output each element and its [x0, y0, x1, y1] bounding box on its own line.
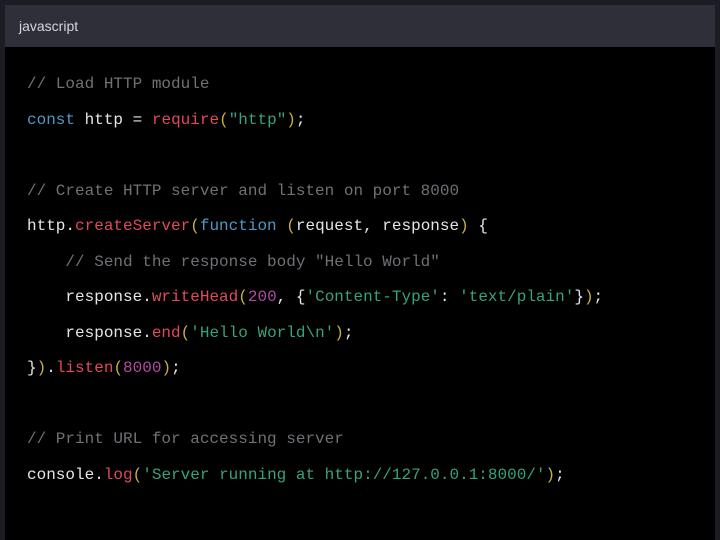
- code-token: [75, 111, 85, 129]
- code-token: (: [181, 324, 191, 342]
- code-token: createServer: [75, 217, 190, 235]
- code-block-header: javascript: [5, 5, 715, 47]
- code-line: [27, 138, 715, 174]
- code-line: response.end('Hello World\n');: [27, 316, 715, 352]
- code-line: // Load HTTP module: [27, 67, 715, 103]
- code-token: // Load HTTP module: [27, 75, 209, 93]
- code-token: {: [478, 217, 488, 235]
- code-token: [123, 111, 133, 129]
- code-token: (: [238, 288, 248, 306]
- code-token: ): [286, 111, 296, 129]
- code-token: ): [161, 359, 171, 377]
- code-token: ): [584, 288, 594, 306]
- code-block-container: javascript // Load HTTP module const http…: [0, 0, 720, 540]
- code-token: // Create HTTP server and listen on port…: [27, 182, 459, 200]
- code-token: .: [142, 324, 152, 342]
- code-token: (: [219, 111, 229, 129]
- code-line: // Create HTTP server and listen on port…: [27, 174, 715, 210]
- code-token: ;: [344, 324, 354, 342]
- code-token: ): [334, 324, 344, 342]
- code-token: =: [133, 111, 143, 129]
- code-token: }: [574, 288, 584, 306]
- code-token: (: [286, 217, 296, 235]
- code-line: console.log('Server running at http://12…: [27, 458, 715, 494]
- code-line: // Print URL for accessing server: [27, 422, 715, 458]
- code-token: 'Server running at http://127.0.0.1:8000…: [142, 466, 545, 484]
- code-token: response: [382, 217, 459, 235]
- code-token: ,: [277, 288, 296, 306]
- indent: [27, 288, 65, 306]
- code-token: [469, 217, 479, 235]
- code-line: const http = require("http");: [27, 103, 715, 139]
- code-token: ): [37, 359, 47, 377]
- code-token: (: [133, 466, 143, 484]
- code-token: 'text/plain': [459, 288, 574, 306]
- code-line: }).listen(8000);: [27, 351, 715, 387]
- code-token: http: [27, 217, 65, 235]
- code-token: 200: [248, 288, 277, 306]
- code-token: ;: [555, 466, 565, 484]
- code-token: .: [46, 359, 56, 377]
- code-token: ;: [171, 359, 181, 377]
- code-line: [27, 387, 715, 423]
- code-token: .: [94, 466, 104, 484]
- code-line: http.createServer(function (request, res…: [27, 209, 715, 245]
- indent: [27, 253, 65, 271]
- code-token: .: [65, 217, 75, 235]
- code-token: (: [113, 359, 123, 377]
- code-token: listen: [56, 359, 114, 377]
- code-token: function: [200, 217, 277, 235]
- code-token: [27, 395, 37, 413]
- code-token: ;: [594, 288, 604, 306]
- code-token: require: [152, 111, 219, 129]
- language-label: javascript: [19, 18, 78, 34]
- code-token: "http": [229, 111, 287, 129]
- code-area[interactable]: // Load HTTP moduleconst http = require(…: [5, 47, 715, 540]
- code-token: http: [85, 111, 123, 129]
- code-token: log: [104, 466, 133, 484]
- code-token: writeHead: [152, 288, 238, 306]
- code-token: :: [440, 288, 459, 306]
- code-token: ;: [296, 111, 306, 129]
- code-token: 'Hello World\n': [190, 324, 334, 342]
- code-token: ,: [363, 217, 382, 235]
- code-token: response: [65, 324, 142, 342]
- code-line: response.writeHead(200, {'Content-Type':…: [27, 280, 715, 316]
- indent: [27, 324, 65, 342]
- code-token: [27, 146, 37, 164]
- code-token: console: [27, 466, 94, 484]
- code-token: ): [459, 217, 469, 235]
- code-token: [142, 111, 152, 129]
- code-token: // Send the response body "Hello World": [65, 253, 439, 271]
- code-token: (: [190, 217, 200, 235]
- code-token: end: [152, 324, 181, 342]
- code-token: response: [65, 288, 142, 306]
- code-token: 'Content-Type': [305, 288, 439, 306]
- code-token: ): [546, 466, 556, 484]
- code-token: 8000: [123, 359, 161, 377]
- code-token: request: [296, 217, 363, 235]
- code-token: }: [27, 359, 37, 377]
- code-line: // Send the response body "Hello World": [27, 245, 715, 281]
- code-token: const: [27, 111, 75, 129]
- code-token: // Print URL for accessing server: [27, 430, 344, 448]
- code-token: .: [142, 288, 152, 306]
- code-token: [277, 217, 287, 235]
